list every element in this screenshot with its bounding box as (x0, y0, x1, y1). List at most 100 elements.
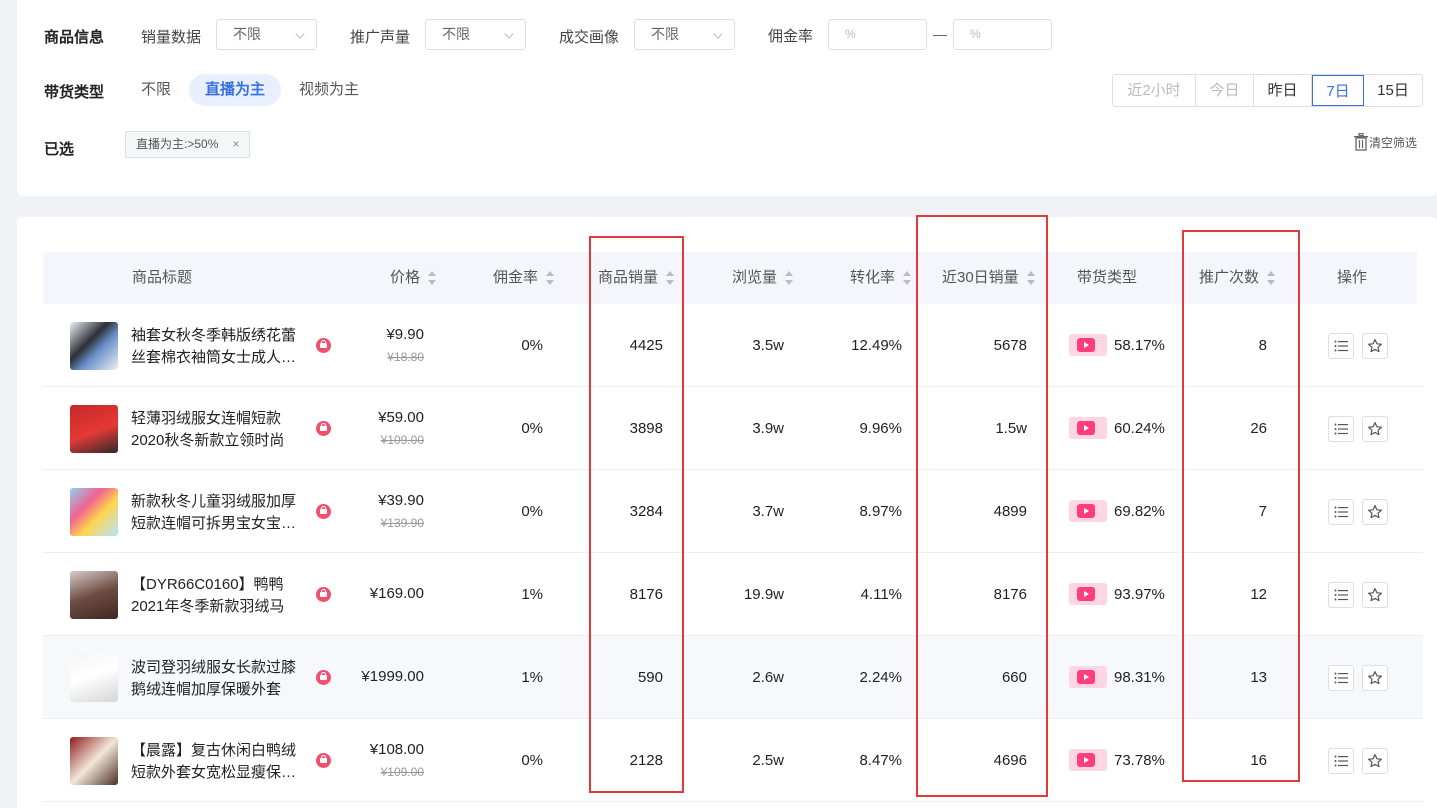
live-stream-icon (1069, 334, 1107, 356)
promo-filter-label: 推广声量 (350, 29, 411, 46)
header-actions: 操作 (1337, 269, 1368, 286)
promo-filter-select[interactable]: 不限 (425, 19, 526, 50)
sales-filter-value: 不限 (233, 26, 261, 42)
type-option-any[interactable]: 不限 (141, 74, 171, 106)
product-title[interactable]: 【晨露】复古休闲白鸭绒短款外套女宽松显瘦保… (131, 740, 306, 784)
list-icon (1334, 672, 1348, 684)
clear-filters-label: 清空筛选 (1369, 135, 1418, 150)
detail-list-button[interactable] (1328, 748, 1354, 774)
product-thumbnail[interactable] (70, 571, 118, 619)
detail-list-button[interactable] (1328, 416, 1354, 442)
live-stream-icon (1069, 749, 1107, 771)
live-ratio-cell: 98.31% (1114, 669, 1165, 686)
favorite-button[interactable] (1362, 499, 1388, 525)
header-views[interactable]: 浏览量 (732, 252, 794, 304)
star-icon (1368, 422, 1382, 436)
product-thumbnail[interactable] (70, 405, 118, 453)
time-option-yesterday[interactable]: 昨日 (1254, 75, 1312, 106)
portrait-filter-select[interactable]: 不限 (634, 19, 735, 50)
commission-cell: 0% (521, 337, 543, 354)
views-cell: 3.9w (752, 420, 784, 437)
detail-list-button[interactable] (1328, 333, 1354, 359)
product-info-label: 商品信息 (44, 29, 105, 46)
product-thumbnail[interactable] (70, 488, 118, 536)
selected-label: 已选 (44, 141, 75, 158)
commission-cell: 0% (521, 503, 543, 520)
commission-cell: 0% (521, 752, 543, 769)
product-thumbnail[interactable] (70, 737, 118, 785)
chevron-down-icon (295, 29, 305, 39)
live-ratio-cell: 73.78% (1114, 752, 1165, 769)
star-icon (1368, 505, 1382, 519)
type-label: 带货类型 (44, 84, 105, 101)
product-title[interactable]: 【DYR66C0160】鸭鸭2021年冬季新款羽绒马甲… (131, 574, 306, 618)
header-conversion[interactable]: 转化率 (850, 252, 912, 304)
header-price-label: 价格 (390, 269, 421, 286)
highlight-box-sales30 (916, 215, 1048, 797)
favorite-button[interactable] (1362, 333, 1388, 359)
close-icon[interactable]: × (232, 137, 239, 151)
clear-filters-button[interactable]: 清空筛选 (1353, 133, 1417, 151)
header-type: 带货类型 (1077, 269, 1138, 286)
product-price: ¥169.00 (369, 585, 424, 602)
commission-cell: 0% (521, 420, 543, 437)
conversion-cell: 4.11% (860, 586, 902, 603)
views-cell: 19.9w (743, 586, 784, 603)
commission-min-input[interactable]: % (828, 19, 927, 50)
highlight-box-sales (589, 236, 684, 793)
type-option-video[interactable]: 视频为主 (299, 74, 359, 106)
product-title[interactable]: 袖套女秋冬季韩版绣花蕾丝套棉衣袖筒女士成人… (131, 325, 306, 369)
commission-max-input[interactable]: % (953, 19, 1052, 50)
type-option-live[interactable]: 直播为主 (189, 74, 282, 106)
conversion-cell: 8.47% (859, 752, 902, 769)
original-price: ¥139.90 (380, 516, 424, 530)
product-price: ¥1999.00 (361, 668, 424, 685)
live-ratio-cell: 58.17% (1114, 337, 1165, 354)
time-option-today[interactable]: 今日 (1196, 75, 1254, 106)
list-icon (1334, 423, 1348, 435)
list-icon (1334, 755, 1348, 767)
detail-list-button[interactable] (1328, 665, 1354, 691)
time-option-7d[interactable]: 7日 (1312, 75, 1364, 106)
sort-icon (785, 271, 794, 286)
product-title[interactable]: 轻薄羽绒服女连帽短款2020秋冬新款立领时尚韩… (131, 408, 306, 452)
time-range-group: 近2小时 今日 昨日 7日 15日 (1112, 74, 1423, 107)
time-option-2h[interactable]: 近2小时 (1113, 75, 1196, 106)
product-thumbnail[interactable] (70, 322, 118, 370)
header-commission[interactable]: 佣金率 (493, 252, 555, 304)
commission-cell: 1% (521, 669, 543, 686)
live-ratio-cell: 93.97% (1114, 586, 1165, 603)
product-thumbnail[interactable] (70, 654, 118, 702)
live-ratio-cell: 60.24% (1114, 420, 1165, 437)
header-price[interactable]: 价格 (390, 252, 437, 304)
header-views-label: 浏览量 (732, 269, 778, 286)
favorite-button[interactable] (1362, 582, 1388, 608)
views-cell: 2.5w (752, 752, 784, 769)
sales-filter-select[interactable]: 不限 (216, 19, 317, 50)
product-price: ¥108.00 (369, 741, 424, 758)
range-divider (933, 35, 947, 36)
highlight-box-promos (1182, 230, 1300, 782)
star-icon (1368, 588, 1382, 602)
original-price: ¥109.00 (380, 433, 424, 447)
header-conversion-label: 转化率 (850, 269, 896, 286)
product-title[interactable]: 波司登羽绒服女长款过膝鹅绒连帽加厚保暖外套 (131, 657, 306, 701)
star-icon (1368, 754, 1382, 768)
detail-list-button[interactable] (1328, 582, 1354, 608)
list-icon (1334, 340, 1348, 352)
header-title: 商品标题 (132, 269, 193, 286)
favorite-button[interactable] (1362, 748, 1388, 774)
live-stream-icon (1069, 583, 1107, 605)
trash-icon (1354, 133, 1368, 151)
detail-list-button[interactable] (1328, 499, 1354, 525)
live-stream-icon (1069, 417, 1107, 439)
time-option-15d[interactable]: 15日 (1364, 75, 1422, 106)
portrait-filter-label: 成交画像 (559, 29, 620, 46)
product-title[interactable]: 新款秋冬儿童羽绒服加厚短款连帽可拆男宝女宝… (131, 491, 306, 535)
sort-icon (903, 271, 912, 286)
star-icon (1368, 339, 1382, 353)
live-stream-icon (1069, 500, 1107, 522)
favorite-button[interactable] (1362, 665, 1388, 691)
views-cell: 2.6w (752, 669, 784, 686)
favorite-button[interactable] (1362, 416, 1388, 442)
